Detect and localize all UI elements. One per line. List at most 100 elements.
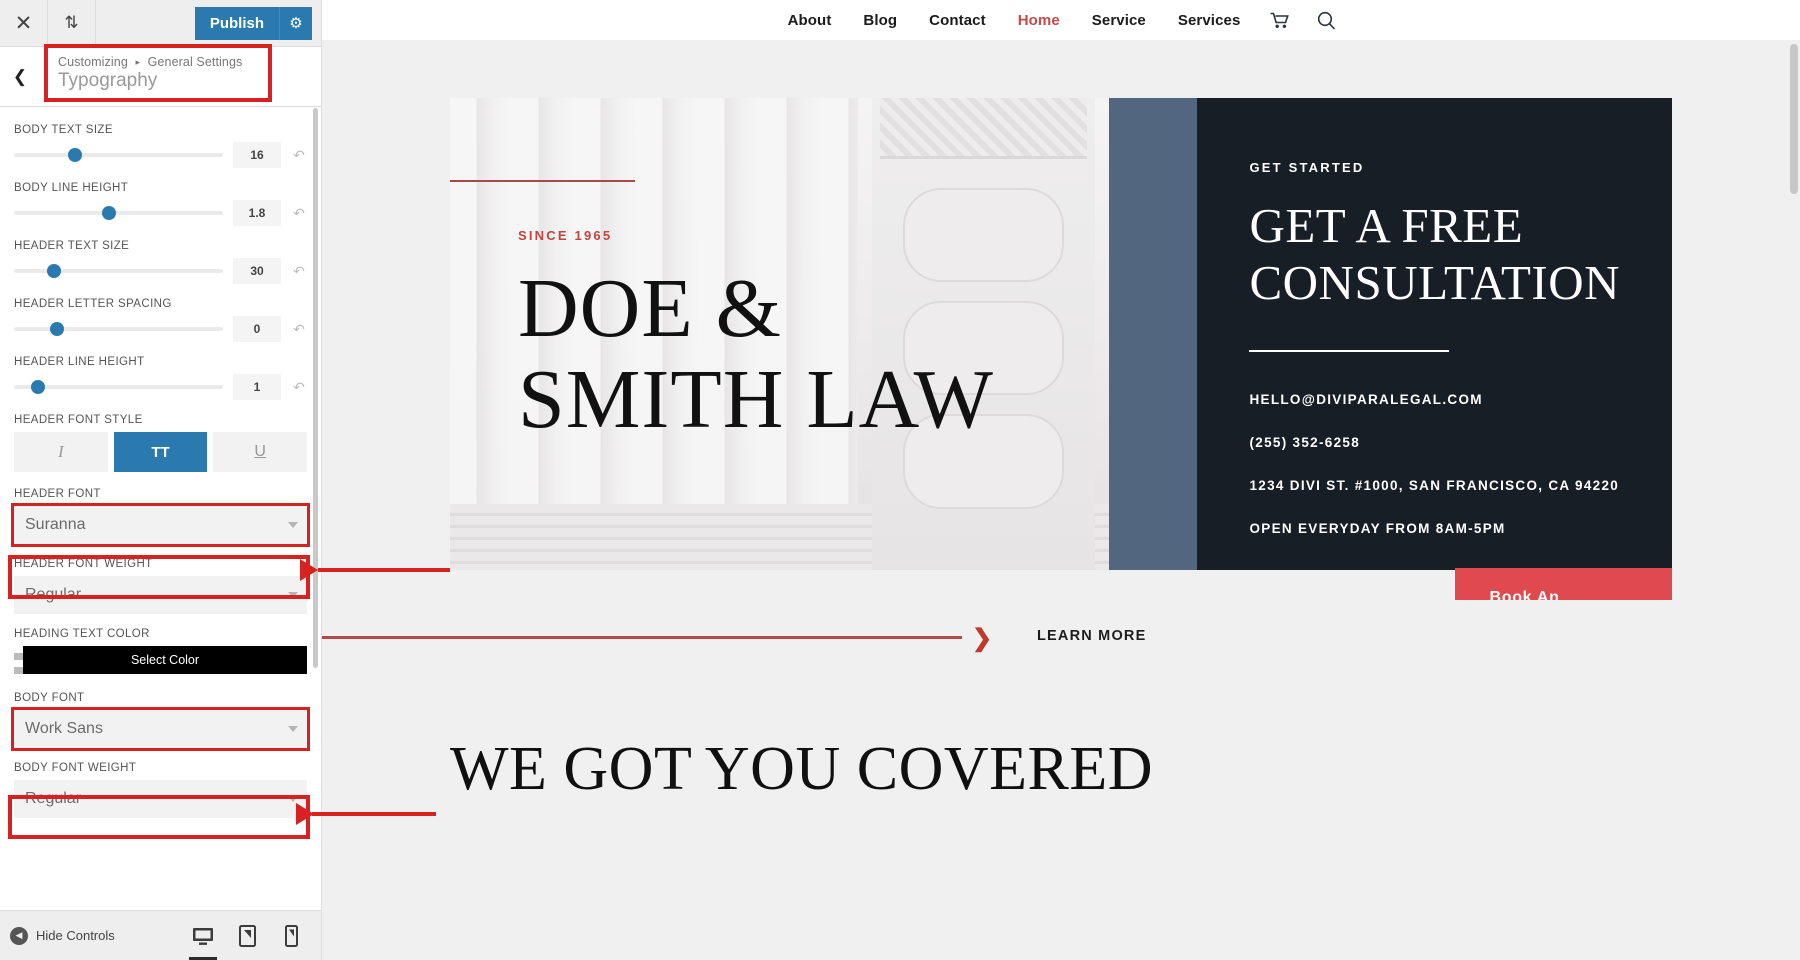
value-input-body-text-size[interactable]: 16 <box>233 142 281 168</box>
sidebar-scrollbar-thumb[interactable] <box>313 108 318 668</box>
hero-accent-rule <box>450 180 635 182</box>
hide-controls-label: Hide Controls <box>36 928 115 943</box>
mobile-icon <box>284 924 298 947</box>
customizer-controls: BODY TEXT SIZE 16 ↶ BODY LINE HEIGHT 1.8… <box>0 108 321 910</box>
hero-left-panel: SINCE 1965 DOE & SMITH LAW <box>450 98 1109 570</box>
slider-knob[interactable] <box>68 148 83 162</box>
slider-header-text-size[interactable] <box>14 263 223 279</box>
chevron-left-icon[interactable]: ❮ <box>0 47 40 106</box>
breadcrumb: Customizing ▸ General Settings <box>58 55 242 69</box>
contact-email[interactable]: HELLO@DIVIPARALEGAL.COM <box>1249 392 1620 407</box>
hero-eyebrow: SINCE 1965 <box>518 228 613 243</box>
learn-more-link[interactable]: LEARN MORE <box>1037 628 1146 644</box>
nav-item-blog[interactable]: Blog <box>847 12 913 29</box>
italic-button[interactable]: I <box>14 432 108 472</box>
control-label: BODY LINE HEIGHT <box>14 182 129 194</box>
value-input-body-line-height[interactable]: 1.8 <box>233 200 281 226</box>
slider-header-line-height[interactable] <box>14 379 223 395</box>
underline-button[interactable]: U <box>213 432 308 472</box>
select-color-button[interactable]: Select Color <box>23 646 307 674</box>
slider-rail <box>14 211 223 215</box>
chevron-down-icon <box>288 592 298 598</box>
nav-item-service[interactable]: Service <box>1076 12 1162 29</box>
control-header-line-height: HEADER LINE HEIGHT 1 ↶ <box>14 356 307 400</box>
search-icon[interactable] <box>1303 11 1350 30</box>
device-preview-buttons <box>183 911 311 960</box>
contact-list: HELLO@DIVIPARALEGAL.COM (255) 352-6258 1… <box>1249 392 1620 536</box>
control-label: BODY FONT WEIGHT <box>14 762 137 774</box>
chevron-down-icon <box>288 522 298 528</box>
reset-icon[interactable]: ↶ <box>291 205 307 222</box>
header-font-select[interactable]: Suranna <box>11 503 310 547</box>
chevron-down-icon <box>288 726 298 732</box>
breadcrumb-parent[interactable]: General Settings <box>148 55 243 69</box>
customizer-footer: ◀ Hide Controls <box>0 910 321 960</box>
panel-header-text: Customizing ▸ General Settings Typograph… <box>40 47 242 106</box>
sidebar-scrollbar[interactable] <box>313 108 318 910</box>
publish-button[interactable]: Publish <box>194 6 279 40</box>
slider-rail <box>14 327 223 331</box>
breadcrumb-separator-icon: ▸ <box>135 57 141 67</box>
control-label: HEADER LINE HEIGHT <box>14 356 145 368</box>
slider-rail <box>14 269 223 273</box>
learn-more-bar: ❯ LEARN MORE <box>322 600 1800 672</box>
nav-item-home[interactable]: Home <box>1002 12 1076 29</box>
color-picker-row: Select Color <box>14 646 307 674</box>
desktop-icon <box>193 927 213 945</box>
slider-knob[interactable] <box>49 322 64 336</box>
reset-icon[interactable]: ↶ <box>291 321 307 338</box>
hero-cta-panel: GET STARTED GET A FREE CONSULTATION HELL… <box>1197 98 1672 646</box>
control-label: HEADER FONT <box>14 488 101 500</box>
value-input-header-line-height[interactable]: 1 <box>233 374 281 400</box>
gear-icon[interactable]: ⚙ <box>279 6 312 40</box>
section-heading: WE GOT YOU COVERED <box>450 735 1153 803</box>
header-font-weight-select[interactable]: Regular <box>14 576 307 614</box>
body-font-weight-value: Regular <box>25 790 82 807</box>
mobile-preview-button[interactable] <box>271 911 311 960</box>
value-input-header-letter-spacing[interactable]: 0 <box>233 316 281 342</box>
control-body-text-size: BODY TEXT SIZE 16 ↶ <box>14 124 307 168</box>
preview-scrollbar-thumb[interactable] <box>1790 44 1798 194</box>
hide-controls-button[interactable]: ◀ Hide Controls <box>10 926 115 945</box>
control-header-letter-spacing: HEADER LETTER SPACING 0 ↶ <box>14 298 307 342</box>
slider-knob[interactable] <box>30 380 45 394</box>
reset-icon[interactable]: ↶ <box>291 263 307 280</box>
shopping-cart-icon[interactable] <box>1256 12 1303 29</box>
cta-divider <box>1249 349 1450 352</box>
page-title: Typography <box>58 70 158 91</box>
tablet-preview-button[interactable] <box>227 911 267 960</box>
control-label: HEADING TEXT COLOR <box>14 628 150 640</box>
chevron-down-icon <box>288 796 298 802</box>
uppercase-button[interactable]: TT <box>113 432 208 472</box>
body-font-weight-select[interactable]: Regular <box>14 780 307 818</box>
control-body-font-weight: BODY FONT WEIGHT Regular <box>14 762 307 818</box>
nav-item-contact[interactable]: Contact <box>913 12 1002 29</box>
close-icon[interactable]: ✕ <box>0 0 48 46</box>
control-body-font: BODY FONT Work Sans <box>11 692 310 751</box>
slider-knob[interactable] <box>101 206 116 220</box>
covered-section: WE GOT YOU COVERED <box>322 672 1800 805</box>
customizer-topbar: ✕ ⇅ Publish ⚙ <box>0 0 321 47</box>
customizer-panel-header: ❮ Customizing ▸ General Settings Typogra… <box>0 47 321 107</box>
control-header-text-size: HEADER TEXT SIZE 30 ↶ <box>14 240 307 284</box>
slider-body-line-height[interactable] <box>14 205 223 221</box>
control-heading-text-color: HEADING TEXT COLOR Select Color <box>14 628 307 674</box>
nav-item-about[interactable]: About <box>772 12 848 29</box>
desktop-preview-button[interactable] <box>183 911 223 960</box>
hero-inner: SINCE 1965 DOE & SMITH LAW GET STARTED G… <box>450 98 1672 646</box>
value-input-header-text-size[interactable]: 30 <box>233 258 281 284</box>
slider-knob[interactable] <box>47 264 62 278</box>
contact-phone[interactable]: (255) 352-6258 <box>1249 435 1620 450</box>
sort-updown-icon[interactable]: ⇅ <box>48 0 96 46</box>
nav-item-services[interactable]: Services <box>1162 12 1257 29</box>
slider-body-text-size[interactable] <box>14 147 223 163</box>
body-font-select[interactable]: Work Sans <box>11 707 310 751</box>
hero-title-line-1: DOE & <box>518 262 782 355</box>
slider-header-letter-spacing[interactable] <box>14 321 223 337</box>
reset-icon[interactable]: ↶ <box>291 379 307 396</box>
chevron-down-icon[interactable]: ❯ <box>972 624 992 653</box>
body-font-value: Work Sans <box>25 720 103 737</box>
reset-icon[interactable]: ↶ <box>291 147 307 164</box>
breadcrumb-root[interactable]: Customizing <box>58 55 128 69</box>
